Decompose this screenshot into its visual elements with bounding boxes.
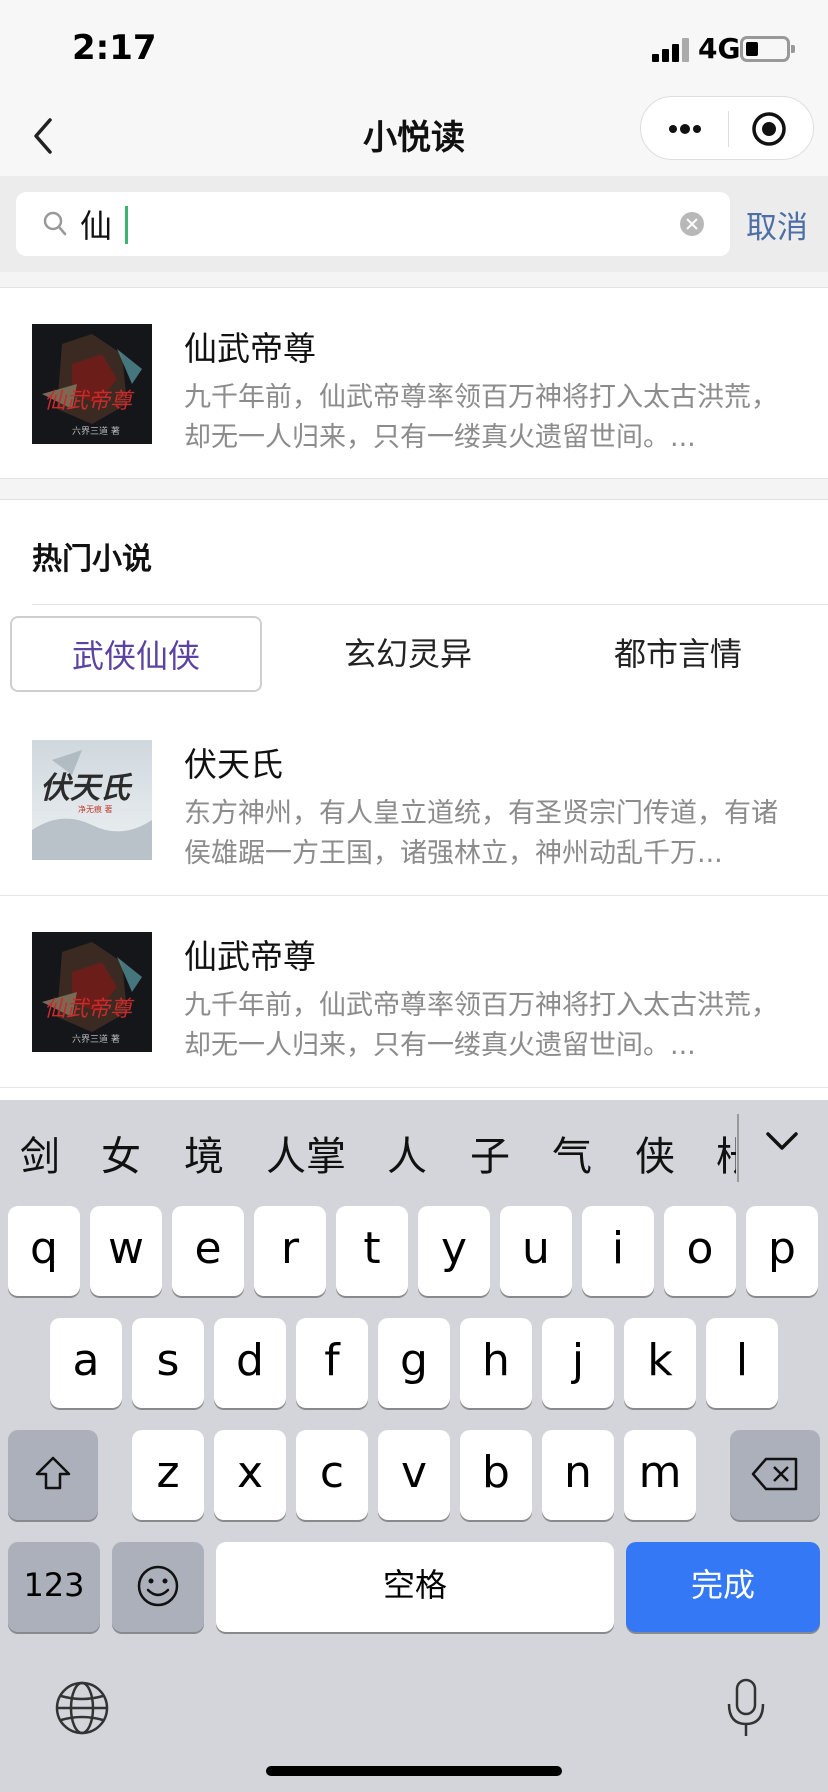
key-x[interactable]: x <box>214 1430 286 1520</box>
search-result-item[interactable]: 仙武帝尊 六界三道 著 仙武帝尊 九千年前，仙武帝尊率领百万神将打入太古洪荒，却… <box>0 288 828 480</box>
key-f[interactable]: f <box>296 1318 368 1408</box>
svg-text:仙武帝尊: 仙武帝尊 <box>44 997 135 1022</box>
key-z[interactable]: z <box>132 1430 204 1520</box>
status-bar: 2:17 4G <box>0 0 828 96</box>
search-bar: 取消 <box>0 176 828 272</box>
candidate-bar: 剑 女 境 人掌 人 子 气 侠 枨 <box>0 1100 828 1198</box>
key-s[interactable]: s <box>132 1318 204 1408</box>
key-m[interactable]: m <box>624 1430 696 1520</box>
key-i[interactable]: i <box>582 1206 654 1296</box>
clear-icon[interactable] <box>680 212 704 236</box>
svg-text:净无痕 著: 净无痕 著 <box>78 804 113 814</box>
key-g[interactable]: g <box>378 1318 450 1408</box>
book-title: 伏天氏 <box>184 745 283 784</box>
svg-text:仙武帝尊: 仙武帝尊 <box>44 389 135 414</box>
tab-wuxia[interactable]: 武侠仙侠 <box>10 616 262 692</box>
book-description: 九千年前，仙武帝尊率领百万神将打入太古洪荒，却无一人归来，只有一缕真火遗留世间。… <box>184 382 778 453</box>
key-j[interactable]: j <box>542 1318 614 1408</box>
home-indicator <box>266 1766 562 1776</box>
done-key[interactable]: 完成 <box>626 1542 820 1632</box>
svg-text:六界三道 著: 六界三道 著 <box>72 425 120 437</box>
book-list-item[interactable]: 仙武帝尊 六界三道 著 仙武帝尊 九千年前，仙武帝尊率领百万神将打入太古洪荒，却… <box>0 896 828 1086</box>
space-key[interactable]: 空格 <box>216 1542 614 1632</box>
key-h[interactable]: h <box>460 1318 532 1408</box>
candidate[interactable]: 人掌 <box>266 1124 346 1182</box>
candidate[interactable]: 气 <box>552 1124 592 1182</box>
tab-xuanhuan[interactable]: 玄幻灵异 <box>282 616 534 692</box>
search-icon <box>42 210 68 238</box>
key-w[interactable]: w <box>90 1206 162 1296</box>
book-list-item[interactable]: 伏天氏 净无痕 著 伏天氏 东方神州，有人皇立道统，有圣贤宗门传道，有诸侯雄踞一… <box>0 704 828 894</box>
key-u[interactable]: u <box>500 1206 572 1296</box>
candidate[interactable]: 子 <box>470 1124 510 1182</box>
emoji-key[interactable] <box>112 1542 204 1632</box>
candidate[interactable]: 境 <box>184 1124 224 1182</box>
key-k[interactable]: k <box>624 1318 696 1408</box>
shift-icon <box>35 1456 71 1490</box>
candidate[interactable]: 枨 <box>716 1124 736 1182</box>
close-target-icon[interactable] <box>751 111 787 147</box>
key-e[interactable]: e <box>172 1206 244 1296</box>
candidate[interactable]: 侠 <box>635 1124 675 1182</box>
search-box[interactable] <box>16 192 730 256</box>
more-icon[interactable] <box>665 113 705 145</box>
hot-section-title: 热门小说 <box>32 542 152 577</box>
key-l[interactable]: l <box>706 1318 778 1408</box>
key-v[interactable]: v <box>378 1430 450 1520</box>
book-description: 东方神州，有人皇立道统，有圣贤宗门传道，有诸侯雄踞一方王国，诸强林立，神州动乱千… <box>184 798 778 869</box>
mini-program-capsule <box>640 96 814 160</box>
network-label: 4G <box>698 32 741 65</box>
numbers-key[interactable]: 123 <box>8 1542 100 1632</box>
key-t[interactable]: t <box>336 1206 408 1296</box>
backspace-icon <box>751 1457 798 1491</box>
book-title: 仙武帝尊 <box>184 329 316 368</box>
microphone-icon[interactable] <box>726 1678 766 1738</box>
backspace-key[interactable] <box>730 1430 820 1520</box>
keyboard: 剑 女 境 人掌 人 子 气 侠 枨 q w e r t y u i o p a… <box>0 1100 828 1792</box>
signal-icon <box>652 38 690 62</box>
key-c[interactable]: c <box>296 1430 368 1520</box>
tab-dushi[interactable]: 都市言情 <box>552 616 804 692</box>
section-gap <box>0 272 828 288</box>
battery-icon <box>740 36 795 62</box>
nav-bar: 小悦读 <box>0 96 828 176</box>
candidate[interactable]: 女 <box>101 1124 141 1182</box>
capsule-divider <box>728 111 729 147</box>
key-p[interactable]: p <box>746 1206 818 1296</box>
key-q[interactable]: q <box>8 1206 80 1296</box>
svg-text:六界三道 著: 六界三道 著 <box>72 1033 120 1045</box>
candidate[interactable]: 人 <box>387 1124 427 1182</box>
chevron-down-icon[interactable] <box>764 1130 800 1154</box>
key-a[interactable]: a <box>50 1318 122 1408</box>
book-cover: 仙武帝尊 六界三道 著 <box>32 932 152 1052</box>
row-divider <box>0 1087 828 1088</box>
emoji-icon <box>137 1565 179 1607</box>
candidate[interactable]: 剑 <box>20 1124 60 1182</box>
status-time: 2:17 <box>72 28 157 68</box>
book-cover: 仙武帝尊 六界三道 著 <box>32 324 152 444</box>
divider <box>32 604 828 605</box>
globe-icon[interactable] <box>54 1680 110 1736</box>
book-title: 仙武帝尊 <box>184 937 316 976</box>
book-description: 九千年前，仙武帝尊率领百万神将打入太古洪荒，却无一人归来，只有一缕真火遗留世间。… <box>184 990 778 1061</box>
key-d[interactable]: d <box>214 1318 286 1408</box>
svg-text:伏天氏: 伏天氏 <box>40 771 133 806</box>
shift-key[interactable] <box>8 1430 98 1520</box>
section-gap <box>0 478 828 500</box>
key-o[interactable]: o <box>664 1206 736 1296</box>
book-cover: 伏天氏 净无痕 著 <box>32 740 152 860</box>
key-n[interactable]: n <box>542 1430 614 1520</box>
key-r[interactable]: r <box>254 1206 326 1296</box>
search-input[interactable] <box>80 200 670 248</box>
text-caret <box>125 206 128 244</box>
key-b[interactable]: b <box>460 1430 532 1520</box>
key-y[interactable]: y <box>418 1206 490 1296</box>
candidate-separator <box>737 1114 739 1182</box>
cancel-button[interactable]: 取消 <box>746 202 808 247</box>
